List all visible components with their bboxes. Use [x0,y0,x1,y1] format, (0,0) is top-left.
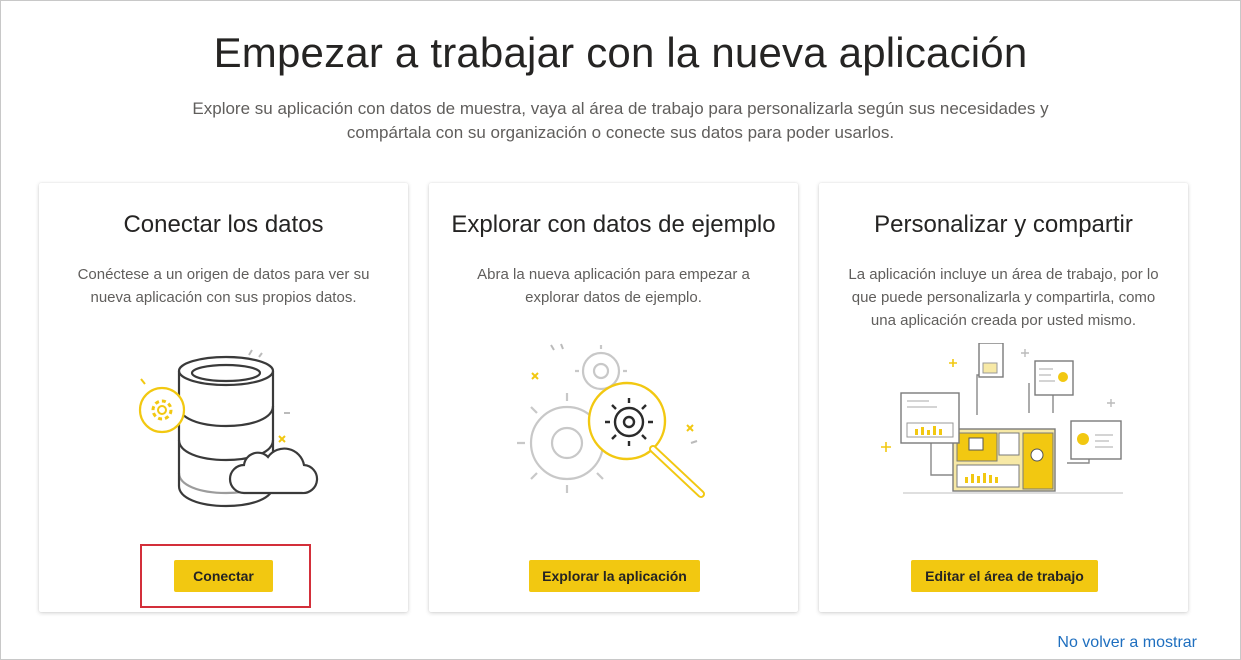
card-description: La aplicación incluye un área de trabajo… [848,266,1159,329]
gears-magnifier-icon [517,343,705,498]
explore-app-button[interactable]: Explorar la aplicación [529,560,700,592]
highlight-box [140,544,311,608]
edit-workspace-button[interactable]: Editar el área de trabajo [911,560,1098,592]
card-title: Explorar con datos de ejemplo [451,211,776,238]
card-description: Conéctese a un origen de datos para ver … [77,266,370,306]
page-subtitle: Explore su aplicación con datos de muest… [192,99,1049,142]
database-cloud-icon [138,349,319,508]
page-title: Empezar a trabajar con la nueva aplicaci… [213,29,1028,76]
card-title: Conectar los datos [123,211,324,238]
customize-share-card: Personalizar y compartir La aplicación i… [819,183,1188,612]
dont-show-again-link[interactable]: No volver a mostrar [1057,634,1197,652]
card-title: Personalizar y compartir [874,211,1133,238]
card-description: Abra la nueva aplicación para empezar a … [477,266,750,306]
explore-sample-card: Explorar con datos de ejemplo Abra la nu… [429,183,798,612]
workspace-reports-icon [881,343,1123,494]
